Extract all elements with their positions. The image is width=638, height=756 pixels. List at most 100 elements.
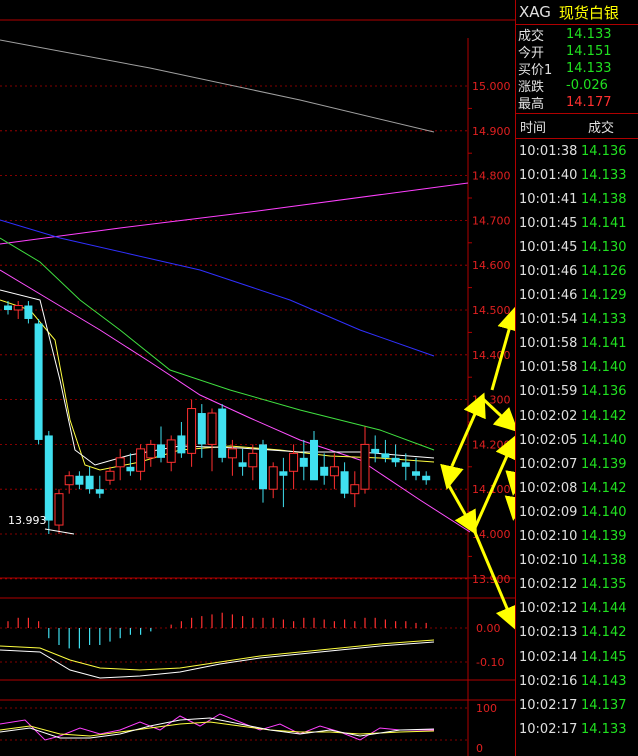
tick-price: 14.141 — [581, 215, 627, 231]
candle-body-down — [391, 457, 400, 463]
tick-time: 10:01:46 — [519, 264, 578, 280]
tick-time: 10:02:12 — [519, 601, 578, 617]
quote-summary: 成交 14.133 今开 14.151 买价1 14.133 涨跌 -0.026 最高 14.17… — [516, 25, 638, 114]
tick-price: 14.139 — [581, 529, 627, 545]
candle-body-down — [177, 435, 186, 454]
price-axis-label: 14.900 — [472, 125, 511, 138]
chart-panel[interactable]: 15.000 14.900 14.800 14.700 14.600 14.500 14.4… — [0, 0, 515, 756]
tick-price: 14.140 — [581, 360, 627, 376]
arrow-line — [440, 463, 464, 490]
candle-body-down — [279, 471, 288, 476]
tick-row: 10:01:38 14.136 — [516, 139, 638, 163]
kdj-panel: 100 0 — [0, 702, 497, 755]
candle-body-down — [310, 439, 318, 481]
candle-body-down — [381, 453, 390, 458]
tick-price: 14.136 — [581, 384, 627, 400]
tick-row: 10:02:12 14.135 — [516, 573, 638, 597]
tick-time: 10:01:54 — [519, 312, 578, 328]
ma-line-magenta-upper — [0, 182, 469, 245]
tick-time: 10:02:17 — [519, 721, 578, 737]
quote-value: -0.026 — [566, 78, 608, 93]
candle-body-down — [259, 444, 267, 490]
price-axis-label: 14.500 — [472, 304, 511, 317]
tick-table-body[interactable]: 10:01:38 14.136 10:01:40 14.133 10:01:41 14.1… — [516, 139, 638, 741]
candle-body-down — [95, 489, 104, 494]
kdj-j-line — [0, 713, 434, 741]
candle-body-down — [299, 457, 308, 467]
candle-body-down — [44, 435, 53, 521]
candle-body-down — [157, 444, 165, 458]
quote-row: 最高 14.177 — [516, 94, 638, 112]
candle-body-up — [115, 457, 125, 468]
candle-body-up — [329, 466, 339, 477]
candle-body-down — [126, 466, 135, 472]
tick-price: 14.139 — [581, 456, 627, 472]
quote-sidebar: XAG 现货白银 成交 14.133 今开 14.151 买价1 14.133 涨跌 -0.0… — [515, 0, 638, 756]
ma-line-white — [0, 289, 435, 466]
kdj-axis-label: 100 — [476, 702, 497, 715]
candle-body-up — [187, 408, 197, 454]
candle-body-up — [105, 470, 115, 481]
kdj-k-line — [0, 717, 435, 739]
tick-price: 14.133 — [581, 721, 627, 737]
quote-value: 14.133 — [566, 61, 612, 76]
tick-row: 10:01:46 14.129 — [516, 284, 638, 308]
quote-row: 买价1 14.133 — [516, 60, 638, 78]
candle-body-up — [227, 448, 237, 459]
candle-body-up — [136, 448, 146, 472]
price-axis-label: 14.700 — [472, 214, 511, 227]
ma-line-green — [0, 237, 435, 451]
candle-body-down — [24, 305, 33, 319]
tick-time: 10:01:46 — [519, 288, 578, 304]
tick-time: 10:01:38 — [519, 143, 578, 159]
tick-price: 14.138 — [581, 191, 627, 207]
tick-row: 10:02:17 14.137 — [516, 693, 638, 717]
candle-body-down — [85, 475, 94, 490]
price-axis-label: 14.800 — [472, 170, 511, 183]
candle-body-down — [422, 475, 431, 481]
macd-axis-label: 0.00 — [476, 622, 501, 635]
quote-header: XAG 现货白银 — [516, 0, 638, 25]
candle-body-down — [4, 305, 12, 310]
kdj-d-line — [0, 721, 435, 737]
tick-time: 10:01:45 — [519, 215, 578, 231]
tick-row: 10:02:13 14.142 — [516, 621, 638, 645]
tick-row: 10:02:12 14.144 — [516, 597, 638, 621]
tick-row: 10:02:14 14.145 — [516, 645, 638, 669]
tick-time: 10:01:59 — [519, 384, 578, 400]
quote-row: 涨跌 -0.026 — [516, 77, 638, 95]
tick-time: 10:01:58 — [519, 360, 578, 376]
tick-row: 10:02:17 14.133 — [516, 717, 638, 741]
low-annotation: 13.993 — [8, 514, 47, 527]
tick-price: 14.140 — [581, 504, 627, 520]
tick-time: 10:02:14 — [519, 649, 578, 665]
candle-body-up — [248, 452, 258, 468]
tick-row: 10:01:46 14.126 — [516, 259, 638, 283]
ma-line-magenta-lower — [0, 269, 471, 533]
tick-price: 14.136 — [581, 143, 627, 159]
tick-row: 10:02:08 14.142 — [516, 476, 638, 500]
candle-body-up — [360, 443, 370, 490]
price-axis-label: 15.000 — [472, 80, 511, 93]
candle-body-down — [75, 475, 84, 485]
candle-body-down — [371, 448, 380, 454]
tick-price: 14.140 — [581, 432, 627, 448]
tick-time: 10:01:58 — [519, 336, 578, 352]
macd-dif-line — [0, 641, 435, 679]
quote-value: 14.177 — [566, 95, 612, 110]
tick-row: 10:01:45 14.141 — [516, 211, 638, 235]
tick-price: 14.138 — [581, 553, 627, 569]
col-price: 成交 — [588, 120, 615, 136]
tick-row: 10:01:58 14.140 — [516, 356, 638, 380]
tick-row: 10:02:05 14.140 — [516, 428, 638, 452]
tick-price: 14.142 — [581, 625, 627, 641]
tick-row: 10:02:10 14.139 — [516, 525, 638, 549]
candle-body-up — [207, 412, 217, 445]
tick-row: 10:02:16 14.143 — [516, 669, 638, 693]
candle-body-down — [238, 462, 247, 467]
price-axis-label: 14.600 — [472, 259, 511, 272]
tick-table-header: 时间 成交 — [516, 114, 638, 139]
quote-row: 今开 14.151 — [516, 43, 638, 61]
candle-body-down — [218, 408, 227, 458]
tick-row: 10:01:45 14.130 — [516, 235, 638, 259]
